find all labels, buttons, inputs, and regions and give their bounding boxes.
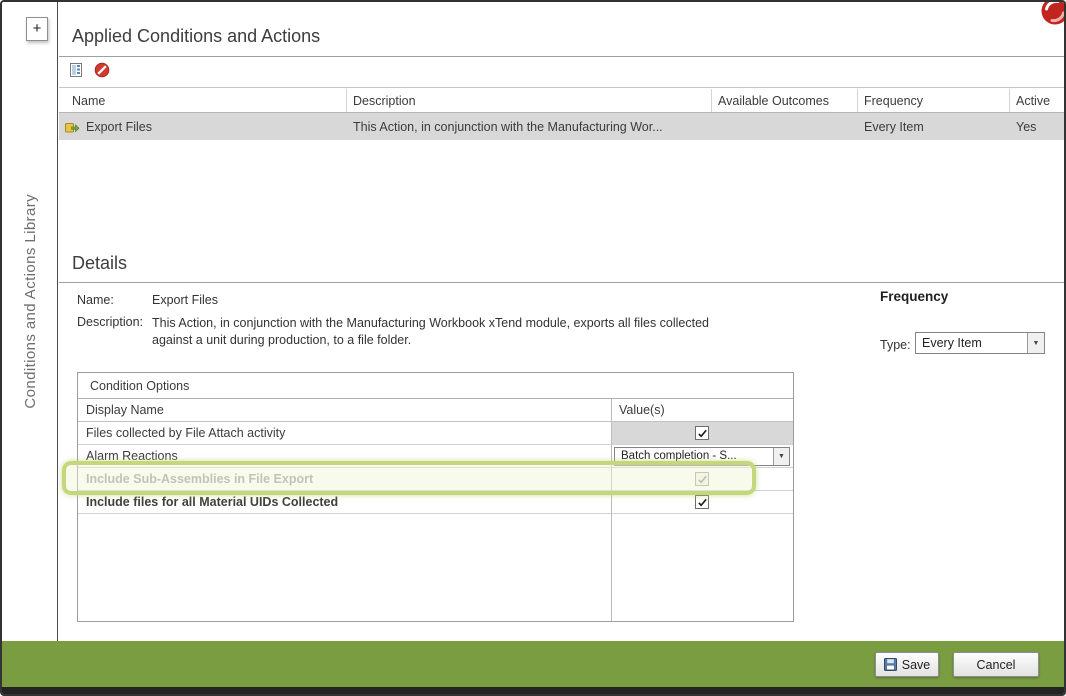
description-value: This Action, in conjunction with the Man…: [152, 315, 752, 349]
column-header-name[interactable]: Name: [59, 89, 347, 112]
divider: [59, 282, 1064, 283]
checkbox-checked-disabled: [695, 472, 709, 486]
column-header-display-name: Display Name: [78, 403, 611, 417]
frequency-type-label: Type:: [880, 338, 911, 352]
save-button[interactable]: Save: [875, 652, 939, 677]
condition-label: Files collected by File Attach activity: [78, 426, 611, 440]
footer: Save Cancel: [2, 641, 1064, 687]
column-header-available-outcomes[interactable]: Available Outcomes: [712, 89, 858, 112]
condition-label: Include files for all Material UIDs Coll…: [78, 495, 611, 509]
application-window: + Conditions and Actions Library Applied…: [0, 0, 1066, 696]
row-description: This Action, in conjunction with the Man…: [347, 113, 712, 140]
condition-label: Include Sub-Assemblies in File Export: [78, 472, 611, 486]
condition-value-cell: [611, 422, 793, 444]
column-header-description[interactable]: Description: [347, 89, 712, 112]
name-label: Name:: [77, 293, 114, 307]
row-available-outcomes: [712, 113, 858, 140]
sidebar-tab-conditions-library[interactable]: Conditions and Actions Library: [2, 58, 58, 544]
condition-row-include-sub-assemblies: Include Sub-Assemblies in File Export: [78, 468, 793, 491]
condition-row-files-collected: Files collected by File Attach activity: [78, 422, 793, 445]
export-action-icon: [64, 119, 80, 135]
column-divider: [611, 399, 612, 621]
condition-value-cell: [611, 491, 793, 513]
cancel-button[interactable]: Cancel: [953, 652, 1039, 677]
row-name: Export Files: [86, 120, 152, 134]
checkbox-checked[interactable]: [695, 426, 709, 440]
condition-value-cell: [611, 468, 793, 490]
add-button[interactable]: +: [26, 17, 48, 41]
condition-options-header-row: Display Name Value(s): [78, 399, 793, 422]
chevron-down-icon: ▼: [1027, 333, 1044, 353]
divider: [59, 87, 1064, 88]
toolbar: [66, 61, 112, 81]
window-bottom-edge: [2, 687, 1064, 694]
applied-conditions-table: Name Description Available Outcomes Freq…: [59, 89, 1064, 140]
edit-properties-icon[interactable]: [66, 61, 86, 81]
save-icon: [884, 658, 897, 671]
condition-options-title: Condition Options: [78, 373, 793, 399]
condition-value-cell: Batch completion - S... ▼: [611, 445, 793, 467]
alarm-reactions-select[interactable]: Batch completion - S... ▼: [614, 447, 790, 466]
capture-indicator-icon: [1040, 0, 1066, 26]
chevron-down-icon: ▼: [773, 448, 789, 465]
frequency-type-select[interactable]: Every Item ▼: [915, 332, 1045, 354]
condition-row-include-material-uids: Include files for all Material UIDs Coll…: [78, 491, 793, 514]
frequency-heading: Frequency: [880, 289, 948, 304]
details-section-title: Details: [72, 253, 127, 274]
column-header-active[interactable]: Active: [1010, 89, 1064, 112]
condition-options-group: Condition Options Display Name Value(s) …: [77, 372, 794, 622]
row-active: Yes: [1010, 113, 1064, 140]
table-row-export-files[interactable]: Export Files This Action, in conjunction…: [59, 113, 1064, 140]
frequency-type-value: Every Item: [916, 333, 1027, 353]
table-header-row: Name Description Available Outcomes Freq…: [59, 89, 1064, 113]
condition-label: Alarm Reactions: [78, 449, 611, 463]
column-header-values: Value(s): [611, 399, 793, 421]
library-sidebar: + Conditions and Actions Library: [2, 2, 58, 645]
row-frequency: Every Item: [858, 113, 1010, 140]
checkbox-checked[interactable]: [695, 495, 709, 509]
page-title: Applied Conditions and Actions: [72, 26, 320, 47]
alarm-reactions-value: Batch completion - S...: [615, 448, 773, 465]
save-button-label: Save: [902, 658, 931, 672]
column-header-frequency[interactable]: Frequency: [858, 89, 1010, 112]
name-value: Export Files: [152, 293, 218, 307]
sidebar-tab-label: Conditions and Actions Library: [22, 194, 39, 409]
disable-icon[interactable]: [92, 61, 112, 81]
divider: [59, 56, 1064, 57]
condition-row-alarm-reactions: Alarm Reactions Batch completion - S... …: [78, 445, 793, 468]
description-label: Description:: [77, 315, 143, 329]
